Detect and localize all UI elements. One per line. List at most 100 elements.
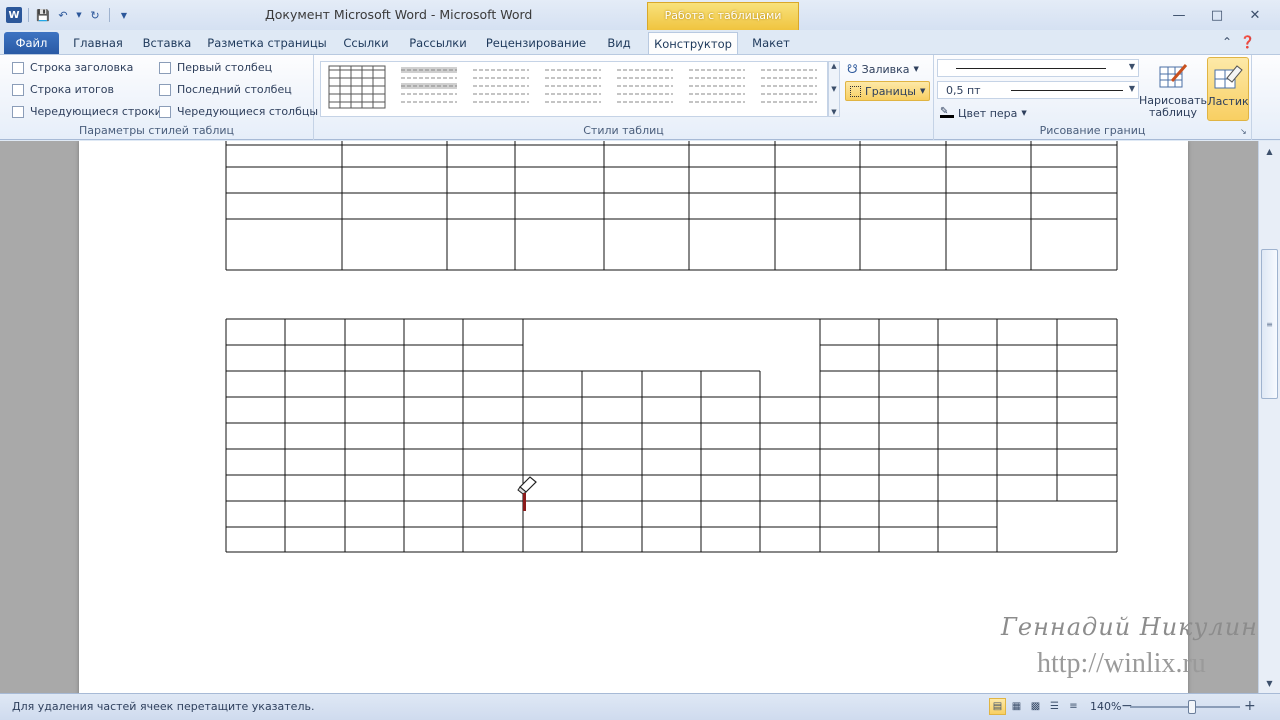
group-label: Рисование границ (1039, 124, 1146, 137)
banded-rows-checkbox[interactable]: Чередующиеся строки (12, 105, 162, 118)
web-layout-icon[interactable]: ▩ (1027, 698, 1044, 715)
paint-bucket-icon: ☋ (847, 62, 858, 76)
eraser-button[interactable]: Ластик (1207, 57, 1249, 121)
scroll-down-icon[interactable]: ▼ (1261, 675, 1278, 691)
gallery-more-icon[interactable]: ▼ (831, 108, 836, 116)
draw-table-icon (1159, 64, 1188, 88)
table-style-thumbnail[interactable] (617, 66, 673, 108)
zoom-slider-thumb[interactable] (1187, 700, 1196, 714)
borders-icon (850, 85, 861, 97)
undo-icon[interactable]: ↶ (55, 7, 71, 23)
table-style-thumbnail[interactable] (545, 66, 601, 108)
zoom-level[interactable]: 140% (1090, 700, 1121, 713)
shading-label: Заливка (861, 62, 910, 76)
pen-weight-value: 0,5 пт (946, 83, 981, 97)
redo-icon[interactable]: ↻ (87, 7, 103, 23)
zoom-slider[interactable] (1130, 706, 1240, 708)
print-layout-view-icon[interactable]: ▤ (989, 698, 1006, 715)
eraser-icon (1214, 65, 1243, 89)
draw-table-button[interactable]: Нарисовать таблицу (1139, 57, 1207, 121)
table-style-thumbnail[interactable] (473, 66, 529, 108)
line-weight-preview (1010, 89, 1123, 91)
group-label: Параметры стилей таблиц (78, 124, 235, 137)
gallery-up-icon[interactable]: ▲ (831, 62, 836, 70)
checkbox-box[interactable] (12, 105, 24, 118)
checkbox-box[interactable] (12, 61, 24, 74)
shading-button[interactable]: ☋ Заливка ▼ (847, 60, 919, 78)
checkbox-box[interactable] (12, 83, 24, 96)
qat-divider (28, 8, 29, 22)
save-icon[interactable]: 💾 (35, 7, 51, 23)
maximize-button[interactable]: □ (1203, 5, 1231, 25)
help-icon[interactable]: ❓ (1240, 35, 1255, 49)
pen-color-label: Цвет пера (958, 106, 1018, 120)
first-column-checkbox[interactable]: Первый столбец (159, 61, 272, 74)
table-style-thumbnail[interactable] (689, 66, 745, 108)
quick-access-toolbar: W 💾 ↶ ▼ ↻ ▼ (6, 6, 132, 24)
pen-style-combo[interactable]: ▼ (937, 59, 1139, 77)
table-style-thumbnail[interactable] (401, 66, 457, 108)
outline-view-icon[interactable]: ☰ (1046, 698, 1063, 715)
group-label: Стили таблиц (583, 124, 664, 137)
line-style-preview (956, 67, 1106, 69)
chevron-down-icon: ▼ (913, 65, 919, 73)
tab-view[interactable]: Вид (600, 32, 638, 54)
undo-dropdown-icon[interactable]: ▼ (75, 7, 83, 23)
gallery-down-icon[interactable]: ▼ (831, 85, 836, 93)
pen-weight-combo[interactable]: 0,5 пт ▼ (937, 81, 1139, 99)
checkbox-label: Строка заголовка (30, 61, 134, 74)
tab-review[interactable]: Рецензирование (481, 32, 591, 54)
full-screen-reading-icon[interactable]: ▦ (1008, 698, 1025, 715)
table-styles-gallery[interactable] (320, 61, 828, 117)
tab-references[interactable]: Ссылки (337, 32, 395, 54)
tab-page-layout[interactable]: Разметка страницы (206, 32, 328, 54)
checkbox-box[interactable] (159, 105, 171, 118)
checkbox-label: Первый столбец (177, 61, 273, 74)
minimize-button[interactable]: — (1165, 5, 1193, 25)
draft-view-icon[interactable]: ≡ (1065, 698, 1082, 715)
table-style-thumbnail[interactable] (761, 66, 817, 108)
scroll-thumb[interactable]: ≡ (1261, 249, 1278, 399)
table-style-options-group: Строка заголовка Строка итогов Чередующи… (0, 55, 318, 140)
table-top[interactable] (79, 141, 1188, 281)
table-tools-context-group: Работа с таблицами (647, 2, 799, 30)
window-title: Документ Microsoft Word - Microsoft Word (265, 7, 533, 22)
close-button[interactable]: ✕ (1241, 5, 1269, 25)
scroll-up-icon[interactable]: ▲ (1261, 143, 1278, 159)
borders-label: Границы (865, 84, 916, 98)
ribbon-tabs: Файл Главная Вставка Разметка страницы С… (0, 30, 1280, 54)
document-area[interactable]: Геннадий Никулин http://winlix.ru (0, 141, 1258, 693)
title-bar: W 💾 ↶ ▼ ↻ ▼ Документ Microsoft Word - Mi… (0, 0, 1280, 30)
tab-design[interactable]: Конструктор (648, 32, 738, 54)
borders-button[interactable]: Границы ▼ (845, 81, 931, 101)
tab-insert[interactable]: Вставка (136, 32, 198, 54)
tab-mailings[interactable]: Рассылки (404, 32, 472, 54)
checkbox-label: Чередующиеся строки (30, 105, 162, 118)
table-style-thumbnails[interactable] (321, 62, 827, 116)
tab-home[interactable]: Главная (66, 32, 130, 54)
document-page[interactable]: Геннадий Никулин http://winlix.ru (79, 141, 1257, 693)
banded-columns-checkbox[interactable]: Чередующиеся столбцы (159, 105, 318, 118)
last-column-checkbox[interactable]: Последний столбец (159, 83, 292, 96)
eraser-cursor-icon (517, 476, 537, 511)
header-row-checkbox[interactable]: Строка заголовка (12, 61, 133, 74)
tab-file[interactable]: Файл (4, 32, 59, 54)
ruler-toggle-icon[interactable] (1261, 127, 1278, 143)
tab-layout[interactable]: Макет (745, 32, 797, 54)
ribbon: Строка заголовка Строка итогов Чередующи… (0, 54, 1280, 140)
chevron-down-icon: ▼ (1128, 84, 1135, 93)
customize-qat-icon[interactable]: ▼ (116, 7, 132, 23)
chevron-down-icon: ▼ (919, 87, 926, 95)
checkbox-box[interactable] (159, 61, 171, 74)
total-row-checkbox[interactable]: Строка итогов (12, 83, 114, 96)
checkbox-label: Чередующиеся столбцы (177, 105, 319, 118)
checkbox-box[interactable] (159, 83, 171, 96)
vertical-scrollbar[interactable]: ▲ ≡ ▼ (1258, 141, 1280, 693)
pen-color-button[interactable]: ✎ Цвет пера ▼ (940, 105, 1027, 121)
zoom-in-icon[interactable]: + (1244, 698, 1256, 714)
word-app-icon[interactable]: W (6, 7, 22, 23)
gallery-scroll[interactable]: ▲ ▼ ▼ (828, 61, 840, 117)
minimize-ribbon-icon[interactable]: ⌃ (1222, 35, 1232, 49)
dialog-launcher-icon[interactable]: ↘ (1240, 127, 1247, 136)
table-style-thumbnail[interactable] (328, 65, 386, 109)
